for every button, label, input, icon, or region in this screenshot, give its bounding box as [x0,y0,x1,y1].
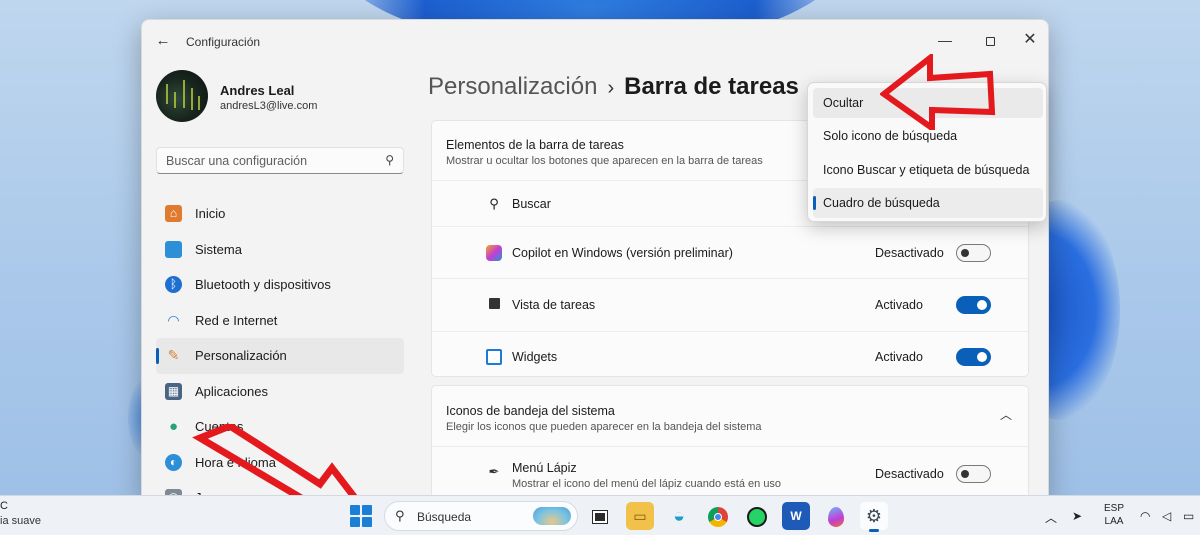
battery-icon[interactable]: ▭ [1183,509,1194,523]
card-title: Iconos de bandeja del sistema [446,404,615,418]
app-title: Configuración [186,35,261,49]
chrome-icon[interactable] [704,502,732,530]
chevron-up-icon[interactable]: ︿ [1045,509,1057,526]
sidebar-item-aplicaciones[interactable]: ▦ Aplicaciones [156,374,404,410]
breadcrumb: Personalización › Barra de tareas [428,73,799,101]
accounts-icon: ● [168,418,179,435]
maximize-icon [985,36,995,46]
search-icon: ⚲ [489,196,499,211]
start-button[interactable] [350,505,372,527]
settings-search-input[interactable]: Buscar una configuración ⚲ [156,147,404,174]
maximize-button[interactable] [970,26,1010,54]
toggle-status: Activado [875,298,923,312]
sidebar-item-label: Red e Internet [195,312,278,328]
pen-icon: ✒ [488,464,500,479]
wifi-icon: ◠ [167,311,180,328]
globe-icon: ◐ [165,453,182,471]
task-view-icon [486,297,502,313]
sidebar-item-inicio[interactable]: ⌂ Inicio [156,196,404,232]
copilot-icon [486,245,502,261]
widgets-row: Widgets Activado [432,331,1028,377]
page-title: Barra de tareas [624,73,799,100]
annotation-arrow-icon [880,54,996,130]
brush-icon: ✎ [167,347,180,363]
file-explorer-icon[interactable]: ▭ [626,502,654,530]
pen-menu-row: ✒ Menú Lápiz Mostrar el icono del menú d… [432,446,1028,498]
volume-icon[interactable]: ◁ [1162,509,1171,523]
option-icono-etiqueta[interactable]: Icono Buscar y etiqueta de búsqueda [813,155,1043,185]
search-placeholder: Buscar una configuración [166,154,308,168]
whatsapp-icon[interactable] [743,502,771,530]
row-label: Copilot en Windows (versión preliminar) [512,246,733,260]
apps-icon: ▦ [165,382,182,400]
sidebar-item-label: Inicio [195,206,226,221]
settings-icon[interactable]: ⚙ [860,502,888,532]
taskbar-search-box[interactable]: ⚲ Búsqueda [384,501,578,531]
bluetooth-icon: ᛒ [165,276,182,293]
back-button[interactable]: ← [152,30,174,52]
home-icon: ⌂ [165,205,182,222]
sidebar-item-label: Personalización [195,348,287,363]
copilot-icon[interactable] [822,502,850,530]
option-cuadro-busqueda[interactable]: Cuadro de búsqueda [813,188,1043,218]
sidebar-item-bluetooth[interactable]: ᛒ Bluetooth y dispositivos [156,267,404,303]
toggle-status: Desactivado [875,246,944,260]
row-label: Menú Lápiz [512,461,577,475]
card-subtitle: Mostrar u ocultar los botones que aparec… [446,155,763,167]
row-label: Buscar [512,197,551,211]
taskbar: C ia suave ⚲ Búsqueda ▭ ◒ W ⚙ ︿ ➤ ESP LA… [0,495,1200,535]
row-label: Vista de tareas [512,298,596,312]
card-title: Elementos de la barra de tareas [446,138,624,152]
location-icon[interactable]: ➤ [1072,509,1082,523]
word-icon[interactable]: W [782,502,810,530]
row-description: Mostrar el icono del menú del lápiz cuan… [512,478,782,490]
sidebar-item-label: Sistema [195,241,242,257]
task-view-row: Vista de tareas Activado [432,278,1028,331]
user-email: andresL3@live.com [220,100,318,112]
task-view-icon[interactable] [586,502,614,530]
widgets-icon [486,349,502,365]
search-icon: ⚲ [385,153,394,167]
sidebar-item-label: Bluetooth y dispositivos [195,277,331,292]
toggle-status: Activado [875,350,923,364]
row-label: Widgets [512,350,558,364]
taskbar-search-placeholder: Búsqueda [417,510,472,524]
close-button[interactable]: ✕ [1010,26,1048,54]
language-indicator[interactable]: ESP LAA [1104,502,1124,528]
task-view-toggle[interactable] [956,296,991,314]
sidebar-item-sistema[interactable]: Sistema [156,232,404,268]
tray-icons-card: Iconos de bandeja del sistema Elegir los… [431,385,1029,498]
avatar[interactable] [156,70,208,122]
minimize-button[interactable]: — [925,26,965,54]
sidebar-item-red[interactable]: ◠ Red e Internet [156,303,404,339]
user-name: Andres Leal [220,83,295,98]
chevron-up-icon[interactable]: ︿ [1000,406,1012,423]
toggle-status: Desactivado [875,467,944,481]
weather-temperature[interactable]: C [0,500,8,512]
copilot-row: Copilot en Windows (versión preliminar) … [432,226,1028,278]
search-icon: ⚲ [395,508,405,523]
back-arrow-icon: ← [155,32,171,49]
sidebar-item-label: Aplicaciones [195,383,268,399]
copilot-toggle[interactable] [956,244,991,262]
search-highlight-icon [533,507,571,525]
weather-condition[interactable]: ia suave [0,515,41,527]
breadcrumb-parent[interactable]: Personalización [428,73,597,100]
sidebar-item-personalizacion[interactable]: ✎ Personalización [156,338,404,374]
card-subtitle: Elegir los iconos que pueden aparecer en… [446,421,762,433]
wifi-icon[interactable]: ◠ [1140,509,1150,523]
breadcrumb-separator: › [607,77,615,99]
edge-icon[interactable]: ◒ [665,502,693,530]
system-icon [165,240,182,258]
widgets-toggle[interactable] [956,348,991,366]
pen-menu-toggle[interactable] [956,465,991,483]
